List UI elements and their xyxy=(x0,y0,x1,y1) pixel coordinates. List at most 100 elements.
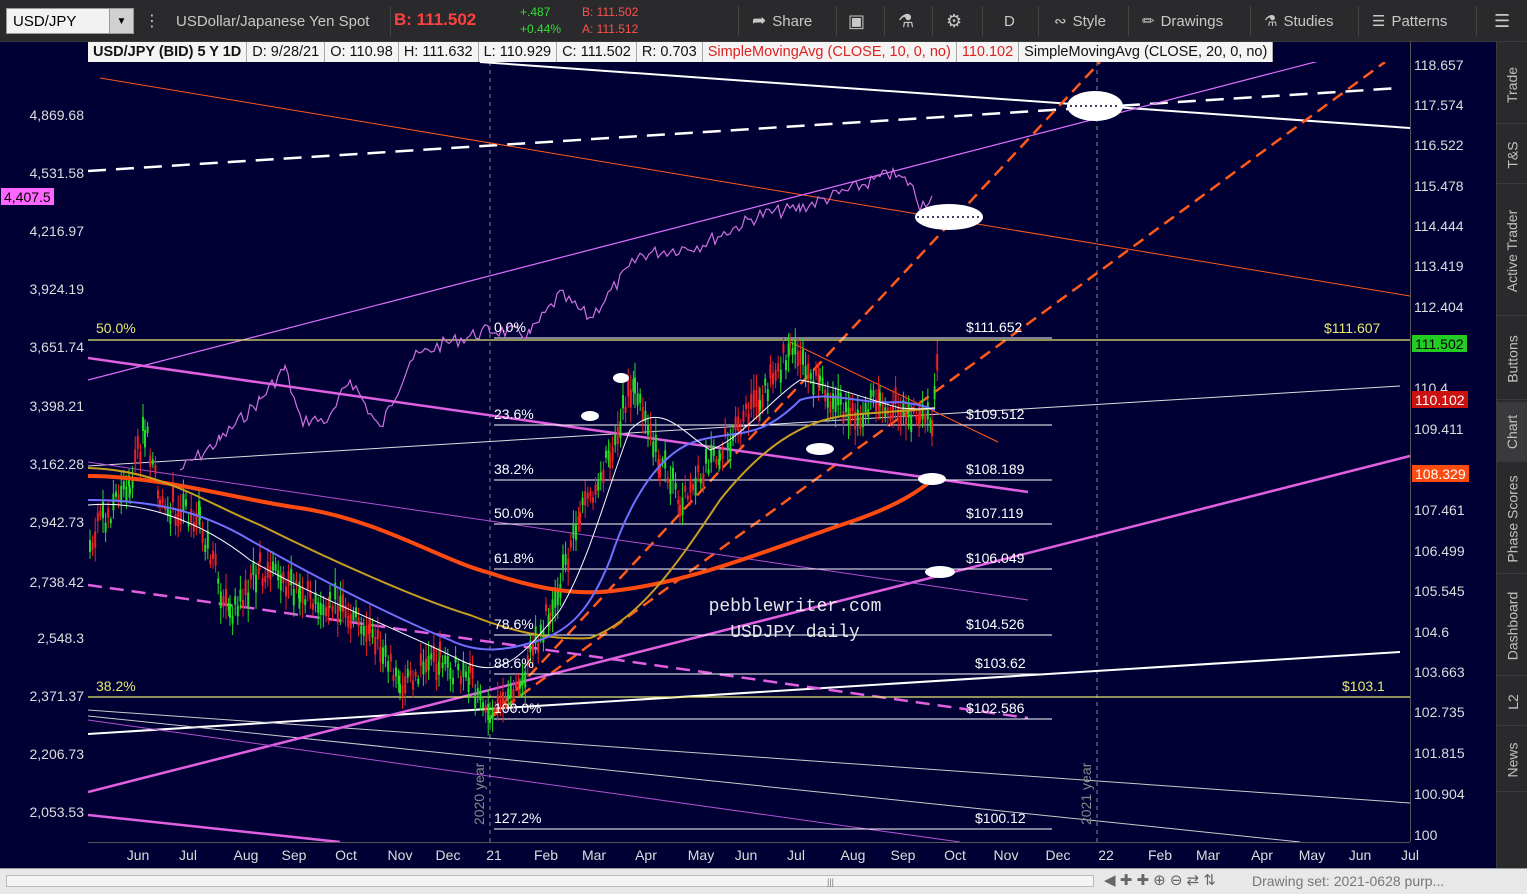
candle-body xyxy=(249,572,252,580)
candle-body xyxy=(217,578,220,584)
candle-body xyxy=(482,702,484,708)
fib-pct-label: 38.2% xyxy=(494,461,534,477)
candle-body xyxy=(592,497,594,503)
horizontal-scrollbar[interactable]: ||| xyxy=(6,875,1094,887)
watermark-line1: pebblewriter.com xyxy=(709,597,882,617)
candle-body xyxy=(777,363,780,372)
sidebar-tab-l2[interactable]: L2 xyxy=(1497,678,1527,726)
candle-body xyxy=(845,402,847,413)
candle-body xyxy=(395,667,397,677)
candle-body xyxy=(261,577,264,586)
candle-body xyxy=(417,678,420,685)
candle-body xyxy=(325,607,327,617)
candle-body xyxy=(125,486,128,501)
candle-body xyxy=(99,510,102,517)
candle-body xyxy=(234,596,237,605)
sidebar-tab-phase-scores[interactable]: Phase Scores xyxy=(1497,464,1527,574)
fib-price-label: $109.512 xyxy=(966,406,1025,422)
candle-body xyxy=(484,705,487,713)
candle-body xyxy=(272,561,274,571)
left-axis-label: 3,924.19 xyxy=(30,281,85,297)
candle-body xyxy=(151,459,154,465)
candle-body xyxy=(379,646,382,663)
candle-body xyxy=(476,688,479,696)
candle-body xyxy=(299,586,301,603)
candle-body xyxy=(129,488,131,495)
candle-body xyxy=(697,465,700,473)
left-axis-label: 3,651.74 xyxy=(30,339,85,355)
candle-body xyxy=(301,587,304,604)
candle-body xyxy=(611,447,614,462)
watermark-line2: USDJPY daily xyxy=(730,623,860,643)
candle-body xyxy=(347,615,350,628)
candle-body xyxy=(737,416,740,432)
candle-body xyxy=(910,414,913,433)
candle-body xyxy=(649,424,652,439)
candle-body xyxy=(206,530,209,549)
sidebar-tab-active-trader[interactable]: Active Trader xyxy=(1497,186,1527,316)
candle-body xyxy=(524,671,527,688)
sidebar-tab-label: Chart xyxy=(1504,414,1521,449)
candle-body xyxy=(589,491,592,497)
candle-body xyxy=(614,434,617,446)
fib-price-label: $103.62 xyxy=(975,655,1026,671)
candle-body xyxy=(264,576,267,583)
candle-body xyxy=(185,499,187,507)
candle-body xyxy=(684,485,687,492)
candle-body xyxy=(652,441,655,458)
candle-body xyxy=(369,618,371,633)
candle-body xyxy=(556,590,559,606)
candle-body xyxy=(807,363,810,382)
candle-body xyxy=(487,703,490,721)
candle-body xyxy=(312,603,314,610)
candle-body xyxy=(144,430,146,448)
candle-body xyxy=(862,412,864,428)
candle-body xyxy=(729,441,732,458)
candle-body xyxy=(452,678,454,685)
candle-body xyxy=(444,655,447,665)
candle-body xyxy=(449,667,452,680)
time-axis[interactable] xyxy=(88,842,1410,868)
candle-body xyxy=(796,351,799,367)
candle-body xyxy=(479,690,482,701)
candle-body xyxy=(387,661,390,672)
candle-body xyxy=(569,540,572,548)
sidebar-tab-buttons[interactable]: Buttons xyxy=(1497,318,1527,400)
left-axis-label: 2,738.42 xyxy=(30,574,85,590)
candle-body xyxy=(936,354,939,371)
sidebar-tab-dashboard[interactable]: Dashboard xyxy=(1497,576,1527,676)
candle-body xyxy=(239,589,242,602)
candle-body xyxy=(532,643,534,656)
chart-canvas[interactable]: pebblewriter.com USDJPY daily 50.0% $111… xyxy=(0,0,1527,894)
candle-body xyxy=(382,647,384,664)
candle-body xyxy=(172,486,174,503)
candle-body xyxy=(425,658,427,673)
candle-body xyxy=(669,480,672,494)
candle-body xyxy=(149,455,152,468)
left-axis-label: 2,548.3 xyxy=(37,630,84,646)
candle-body xyxy=(567,558,570,572)
fib-pct-label: 100.0% xyxy=(494,700,541,716)
fib-price-label: $106.049 xyxy=(966,550,1025,566)
white-dashed-trendline xyxy=(88,86,1401,173)
candle-body xyxy=(581,497,584,506)
candle-body xyxy=(306,580,309,590)
candle-body xyxy=(427,656,430,671)
candle-body xyxy=(214,553,217,566)
candle-body xyxy=(832,393,834,409)
right-price-axis[interactable] xyxy=(1410,42,1496,842)
candle-body xyxy=(622,394,624,409)
candle-body xyxy=(551,599,554,617)
sidebar-tab-t-s[interactable]: T&S xyxy=(1497,126,1527,184)
candle-body xyxy=(752,390,755,408)
candle-body xyxy=(96,512,99,522)
marker-dot-4 xyxy=(918,473,946,485)
candle-body xyxy=(892,401,894,419)
zoom-icons[interactable]: ◀ ✚ ✚ ⊕ ⊖ ⇄ ⇅ xyxy=(1104,871,1216,889)
sidebar-tab-news[interactable]: News xyxy=(1497,728,1527,792)
fib-price-label: $100.12 xyxy=(975,810,1026,826)
sidebar-tab-trade[interactable]: Trade xyxy=(1497,46,1527,124)
candle-body xyxy=(584,491,587,506)
fib-pct-label: 61.8% xyxy=(494,550,534,566)
sidebar-tab-chart[interactable]: Chart xyxy=(1497,402,1527,462)
